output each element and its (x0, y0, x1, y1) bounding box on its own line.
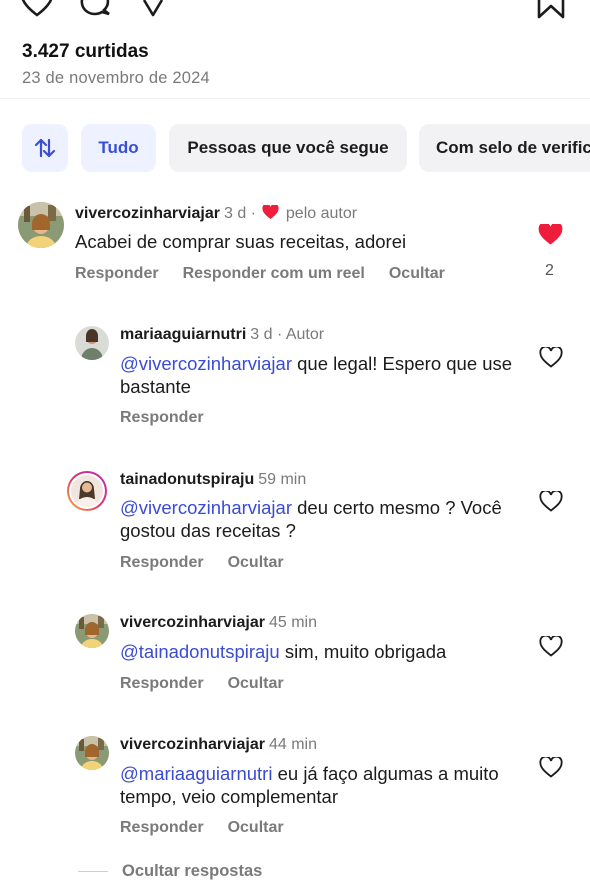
heart-filled-icon[interactable] (538, 224, 563, 246)
comment-time: 59 min (258, 471, 307, 488)
comment-text: @mariaaguiarnutri eu já faço algumas a m… (120, 763, 499, 807)
hide-replies-button[interactable]: Ocultar respostas (78, 862, 262, 881)
comment-username[interactable]: mariaaguiarnutri (120, 326, 246, 343)
comment-time: 44 min (268, 736, 317, 753)
avatar[interactable] (18, 202, 64, 248)
comment-actions: Responder Ocultar (120, 819, 308, 837)
post-action-bar (0, 0, 590, 30)
comment-meta: vivercozinharviajar 44 min (120, 736, 317, 754)
filter-chip-all[interactable]: Tudo (81, 124, 156, 172)
hide-button[interactable]: Ocultar (228, 554, 284, 571)
comment-text: @vivercozinharviajar que legal! Espero q… (120, 353, 513, 397)
heart-outline-icon[interactable] (20, 0, 54, 18)
avatar[interactable] (67, 471, 107, 511)
comment-text: Acabei de comprar suas receitas, adorei (75, 231, 407, 252)
mention-link[interactable]: @mariaaguiarnutri (120, 763, 272, 784)
comment-username[interactable]: vivercozinharviajar (75, 205, 220, 222)
hide-button[interactable]: Ocultar (228, 675, 284, 692)
reply-button[interactable]: Responder (120, 819, 204, 836)
comment-actions: Responder Responder com um reel Ocultar (75, 265, 469, 283)
comment-text: @vivercozinharviajar deu certo mesmo ? V… (120, 497, 502, 541)
filter-chip-following[interactable]: Pessoas que você segue (169, 124, 407, 172)
mention-link[interactable]: @vivercozinharviajar (120, 497, 292, 518)
comment-meta: vivercozinharviajar 3 d · pelo autor (75, 205, 357, 223)
mention-link[interactable]: @tainadonutspiraju (120, 641, 280, 662)
hide-button[interactable]: Ocultar (228, 819, 284, 836)
sort-arrows-icon (34, 138, 56, 158)
comment-meta: vivercozinharviajar 45 min (120, 614, 317, 632)
comment-username[interactable]: tainadonutspiraju (120, 471, 254, 488)
liked-by-author-label: pelo autor (285, 205, 358, 222)
comment-actions: Responder Ocultar (120, 675, 308, 693)
comment-text: @tainadonutspiraju sim, muito obrigada (120, 641, 447, 662)
avatar[interactable] (75, 736, 109, 770)
heart-outline-icon[interactable] (539, 757, 563, 779)
comment-username[interactable]: vivercozinharviajar (120, 736, 265, 753)
comment-filter-bar: Tudo Pessoas que você segue Com selo de … (0, 124, 590, 174)
comment-meta: mariaaguiarnutri 3 d · Autor (120, 326, 324, 344)
reply-button[interactable]: Responder (120, 675, 204, 692)
comment-time: 45 min (268, 614, 317, 631)
divider (0, 98, 590, 99)
hide-replies-label: Ocultar respostas (122, 862, 263, 880)
mention-link[interactable]: @vivercozinharviajar (120, 353, 292, 374)
reply-button[interactable]: Responder (120, 554, 204, 571)
sort-button[interactable] (22, 124, 68, 172)
comment-icon[interactable] (78, 0, 112, 18)
comment-username[interactable]: vivercozinharviajar (120, 614, 265, 631)
likes-count[interactable]: 3.427 curtidas (22, 41, 149, 63)
heart-outline-icon[interactable] (539, 347, 563, 369)
heart-outline-icon[interactable] (539, 636, 563, 658)
hide-button[interactable]: Ocultar (389, 265, 445, 282)
reply-with-reel-button[interactable]: Responder com um reel (183, 265, 365, 282)
comment-time: 3 d · Autor (250, 326, 325, 343)
reply-button[interactable]: Responder (75, 265, 159, 282)
comment-meta: tainadonutspiraju 59 min (120, 471, 306, 489)
avatar[interactable] (75, 326, 109, 360)
filter-chip-verified[interactable]: Com selo de verific (419, 124, 590, 172)
bookmark-icon[interactable] (535, 0, 567, 20)
heart-filled-icon (262, 205, 280, 219)
like-count: 2 (545, 262, 554, 279)
heart-outline-icon[interactable] (539, 491, 563, 513)
divider (78, 871, 108, 872)
reply-button[interactable]: Responder (120, 409, 204, 426)
comment-time: 3 d · (223, 205, 256, 222)
comment-actions: Responder (120, 409, 228, 427)
avatar[interactable] (75, 614, 109, 648)
share-icon[interactable] (140, 0, 166, 18)
comment-actions: Responder Ocultar (120, 554, 308, 572)
post-date: 23 de novembro de 2024 (22, 69, 210, 87)
